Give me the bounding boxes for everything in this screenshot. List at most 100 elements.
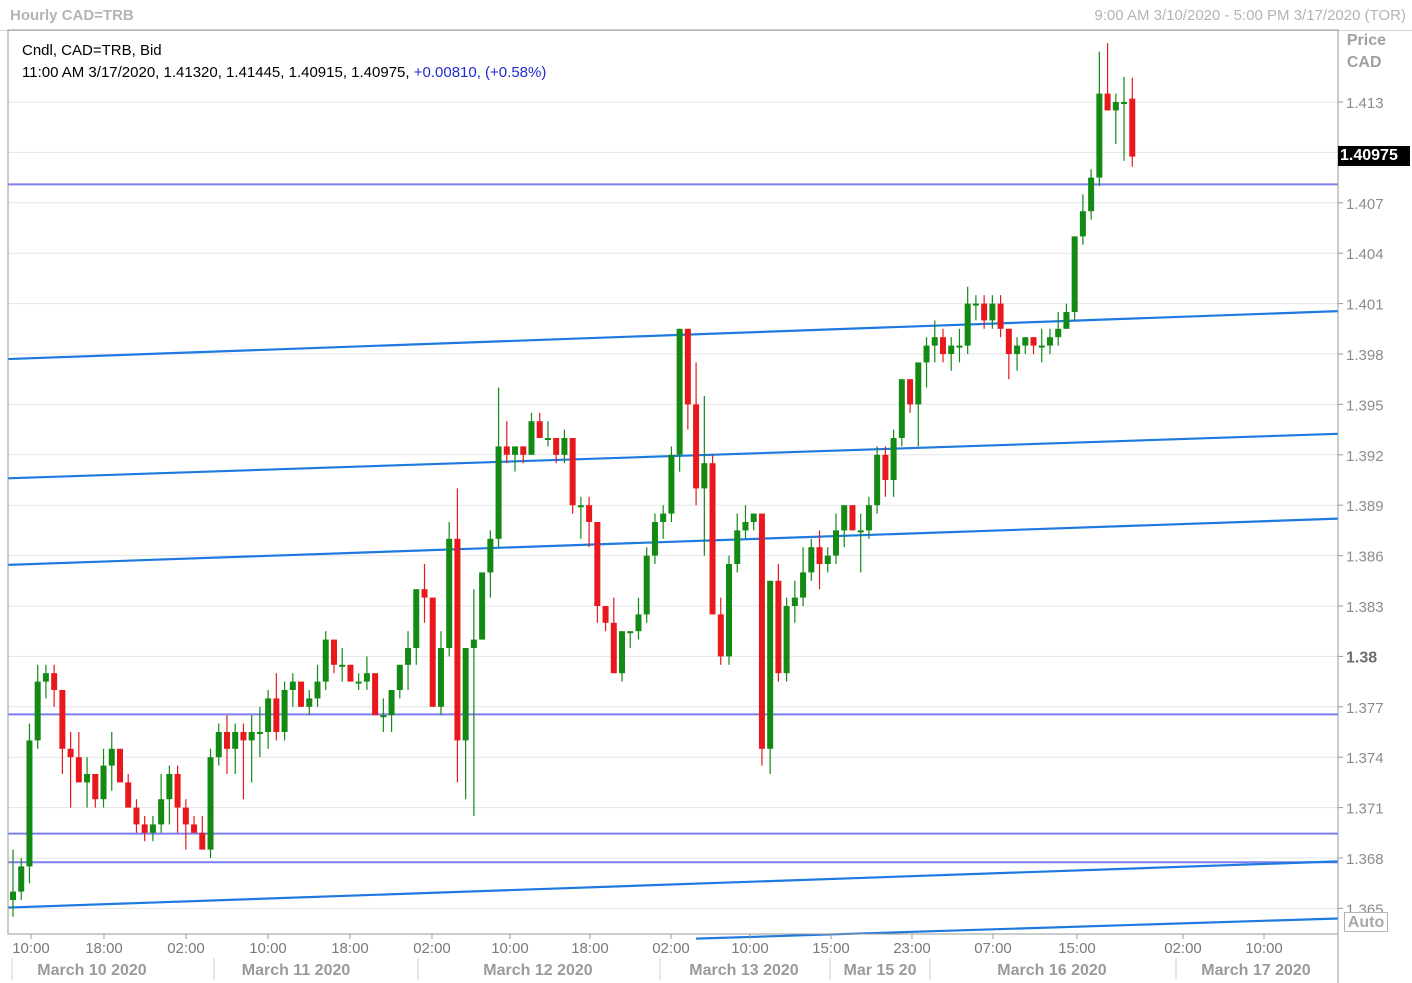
ohlc-change: +0.00810, (+0.58%): [413, 64, 547, 81]
candle-body-down: [553, 438, 560, 455]
candle-body-up: [26, 740, 33, 867]
candle-body-up: [791, 597, 798, 606]
last-price-marker: 1.40975: [1338, 146, 1410, 166]
price-tick-label: 1.389: [1346, 498, 1384, 515]
candle-body-up: [800, 572, 807, 598]
candle-body-up: [676, 328, 683, 455]
candle-body-down: [1005, 328, 1012, 354]
candle-body-up: [281, 690, 288, 732]
candle-body-up: [1096, 93, 1103, 178]
price-tick-label: 1.392: [1346, 448, 1384, 465]
candle-body-up: [841, 505, 848, 531]
candle-body-up: [668, 454, 675, 514]
candle-body-up: [874, 454, 881, 506]
candle-body-up: [479, 572, 486, 640]
candle-body-down: [347, 664, 354, 682]
candle-body-up: [808, 547, 815, 573]
candle-body-up: [964, 303, 971, 346]
candle-body-down: [116, 748, 123, 783]
candle-body-up: [833, 530, 839, 556]
time-tick-label: 07:00: [974, 940, 1012, 957]
trend-line: [7, 860, 1339, 909]
candle-body-down: [1129, 98, 1136, 157]
candle-body-down: [429, 597, 436, 707]
candle-body-up: [750, 513, 757, 522]
candle-body-up: [322, 639, 329, 682]
time-tick-label: 10:00: [249, 940, 287, 957]
candle-body-up: [890, 438, 897, 480]
candle-body-down: [849, 505, 856, 531]
price-tick-label: 1.407: [1346, 196, 1384, 213]
ohlc-info: Cndl, CAD=TRB, Bid 11:00 AM 3/17/2020, 1…: [22, 40, 546, 84]
candle-body-up: [462, 648, 469, 741]
candle-body-up: [561, 438, 568, 455]
candle-body-up: [956, 345, 963, 348]
candle-body-down: [240, 732, 247, 741]
time-tick-label: 02:00: [1164, 940, 1202, 957]
candle-body-up: [256, 732, 263, 734]
chart[interactable]: 1.3651.3681.3711.3741.3771.381.3831.3861…: [0, 0, 1412, 983]
time-tick-label: 15:00: [812, 940, 850, 957]
time-tick-label: 15:00: [1058, 940, 1096, 957]
candle-body-up: [380, 715, 387, 718]
date-label: March 12 2020: [483, 962, 593, 979]
candles: [10, 43, 1136, 917]
candle-body-down: [610, 622, 617, 674]
price-tick-label: 1.395: [1346, 397, 1384, 414]
candle-body-up: [108, 748, 115, 766]
candle-body-up: [446, 538, 453, 648]
price-tick-label: 1.377: [1346, 700, 1384, 717]
candle-body-down: [125, 782, 132, 808]
candle-body-down: [372, 673, 379, 716]
candle-body-up: [734, 530, 741, 564]
candle-body-down: [330, 639, 337, 665]
time-tick-label: 10:00: [1245, 940, 1283, 957]
price-tick-label: 1.401: [1346, 297, 1384, 314]
horizontal-levels: [8, 183, 1338, 864]
candle-body-up: [1063, 312, 1070, 329]
price-tick-label: 1.383: [1346, 599, 1384, 616]
candle-body-down: [1104, 93, 1111, 111]
candle-body-up: [1071, 236, 1078, 312]
price-tick-label: 1.386: [1346, 549, 1384, 566]
candle-body-up: [767, 580, 774, 749]
candle-body-up: [619, 631, 626, 674]
trend-line: [7, 517, 1339, 566]
candle-body-down: [67, 748, 74, 758]
trend-line: [7, 310, 1339, 361]
candle-body-up: [100, 765, 107, 800]
candle-body-up: [42, 673, 49, 682]
date-label: March 11 2020: [242, 962, 351, 979]
candle-body-up: [931, 337, 938, 346]
time-tick-label: 18:00: [331, 940, 369, 957]
candle-body-down: [997, 303, 1004, 329]
candle-body-down: [75, 757, 82, 783]
candle-body-down: [882, 454, 889, 480]
candle-body-up: [898, 379, 905, 438]
auto-scale-button[interactable]: Auto: [1344, 912, 1388, 932]
candle-body-down: [421, 589, 428, 598]
candle-body-down: [717, 614, 724, 657]
candle-body-up: [651, 522, 658, 556]
candle-body-down: [51, 673, 58, 690]
candle-body-up: [577, 505, 584, 508]
candle-body-down: [273, 698, 280, 732]
time-axis: 10:00 18:00 02:00 10:00 18:00 02:00 10:00 18:00…: [11, 934, 1311, 980]
candle-body-up: [544, 438, 551, 440]
date-label: March 13 2020: [689, 962, 799, 979]
candle-body-up: [10, 891, 16, 900]
candle-body-up: [1121, 102, 1128, 104]
candle-body-down: [92, 774, 99, 800]
price-tick-label: 1.371: [1346, 801, 1384, 818]
candle-body-down: [174, 774, 181, 808]
price-tick-label: 1.398: [1346, 347, 1384, 364]
candle-body-up: [405, 648, 412, 665]
candle-body-up: [972, 303, 979, 306]
price-tick-label: 1.38: [1346, 649, 1377, 666]
candle-body-down: [981, 303, 988, 321]
ohlc-text: 11:00 AM 3/17/2020, 1.41320, 1.41445, 1.…: [22, 64, 410, 81]
price-axis-ticks: 1.3651.3681.3711.3741.3771.381.3831.3861…: [1338, 95, 1384, 918]
candle-body-up: [701, 463, 708, 489]
time-tick-label: 02:00: [413, 940, 451, 957]
candle-body-up: [248, 732, 255, 741]
